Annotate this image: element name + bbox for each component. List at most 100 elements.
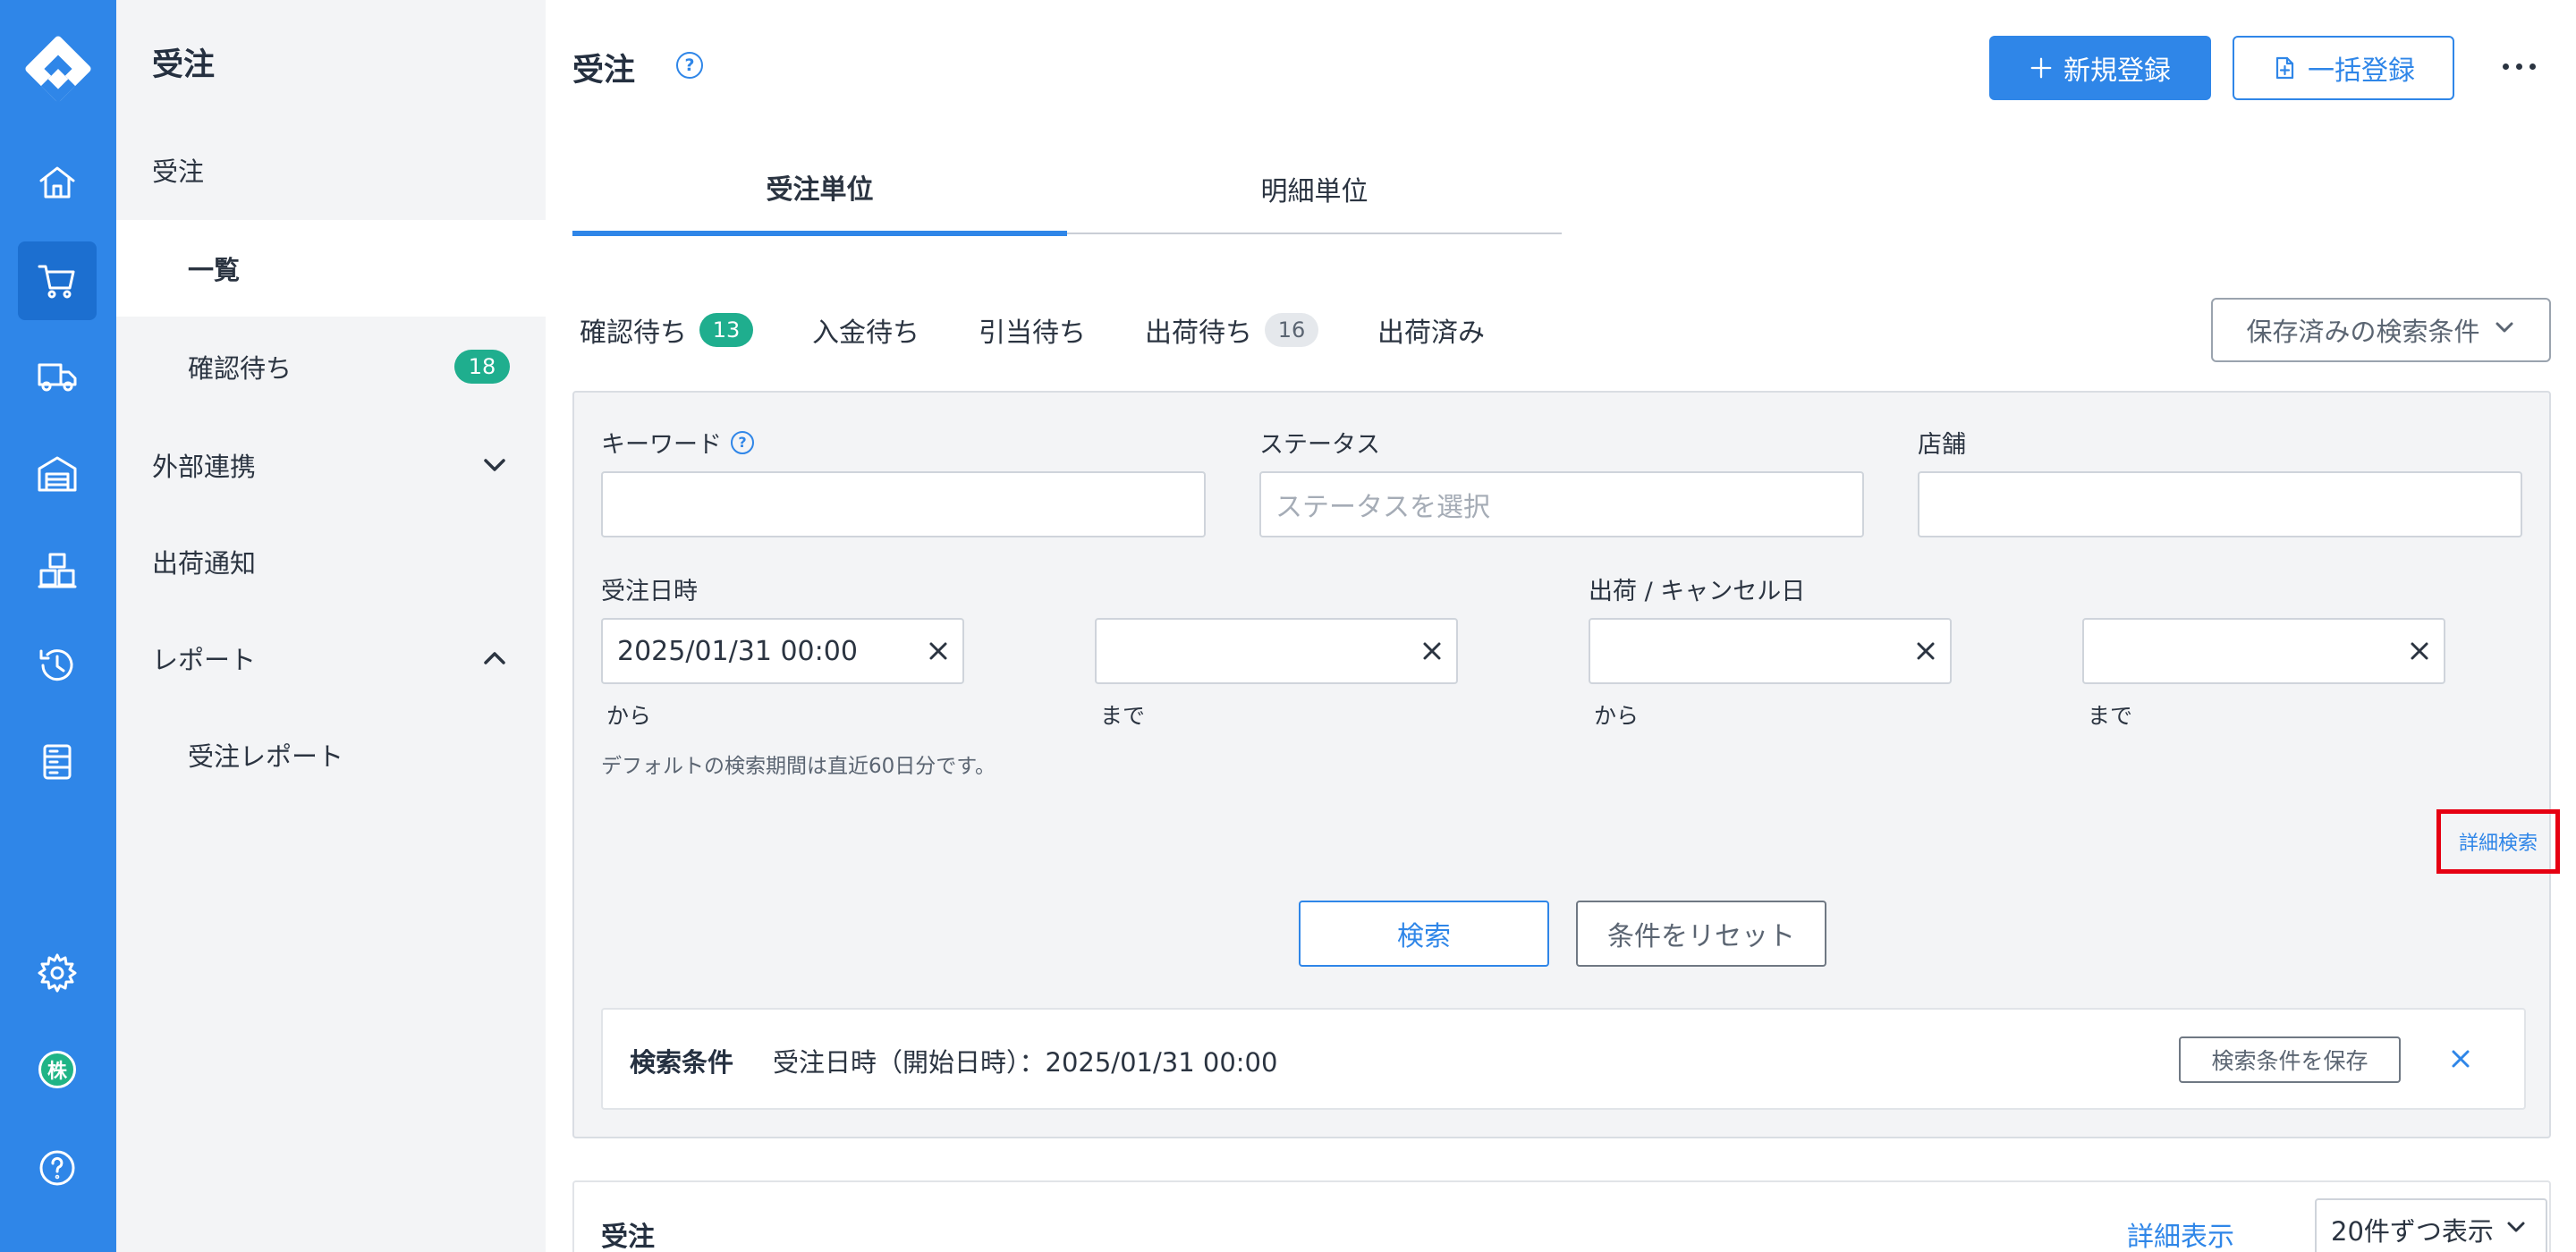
new-order-label: 新規登録 bbox=[2063, 55, 2171, 87]
default-period-note: デフォルトの検索期間は直近60日分です。 bbox=[601, 755, 996, 778]
close-icon[interactable] bbox=[2445, 1044, 2476, 1074]
sidenav-title: 受注 bbox=[152, 47, 216, 83]
sidenav-item-list[interactable]: 一覧 bbox=[116, 220, 546, 317]
status-tab-awaiting-payment[interactable]: 入金待ち bbox=[812, 310, 919, 350]
saved-search-label: 保存済みの検索条件 bbox=[2246, 317, 2480, 347]
order-date-from-value: 2025/01/31 00:00 bbox=[617, 635, 858, 667]
status-select[interactable]: ステータスを選択 bbox=[1259, 471, 1864, 537]
boxes-icon[interactable] bbox=[18, 531, 97, 610]
side-nav: 受注 受注 一覧 確認待ち 18 外部連携 出荷通知 レポート 受注レポート bbox=[116, 0, 546, 1252]
sidenav-item-shipping-notice[interactable]: 出荷通知 bbox=[116, 513, 546, 610]
reset-button[interactable]: 条件をリセット bbox=[1576, 901, 1826, 967]
more-menu-icon[interactable] bbox=[2492, 48, 2546, 84]
plus-icon bbox=[2030, 57, 2052, 79]
tab-order-unit[interactable]: 受注単位 bbox=[572, 143, 1067, 236]
status-tab-awaiting-allocation[interactable]: 引当待ち bbox=[979, 310, 1086, 350]
status-placeholder: ステータスを選択 bbox=[1275, 492, 1490, 523]
chevron-down-icon bbox=[479, 450, 510, 480]
keyword-label: キーワード bbox=[601, 431, 722, 459]
view-tabs: 受注単位 明細単位 bbox=[572, 143, 1562, 236]
cart-icon[interactable] bbox=[18, 241, 97, 320]
count-badge: 18 bbox=[454, 350, 510, 384]
store-label: 店舗 bbox=[1918, 431, 1966, 459]
status-tab-awaiting-shipment[interactable]: 出荷待ち 16 bbox=[1145, 310, 1318, 350]
detail-view-link[interactable]: 詳細表示 bbox=[2127, 1214, 2234, 1252]
home-icon[interactable] bbox=[18, 143, 97, 222]
tab-line-unit[interactable]: 明細単位 bbox=[1067, 143, 1562, 234]
conditions-text: 受注日時（開始日時）：2025/01/31 00:00 bbox=[773, 1047, 1278, 1078]
conditions-title: 検索条件 bbox=[630, 1047, 734, 1078]
status-tab-label: 出荷済み bbox=[1377, 317, 1485, 349]
advanced-search-link[interactable]: 詳細検索 bbox=[2436, 809, 2560, 874]
order-date-from-input[interactable]: 2025/01/31 00:00 bbox=[601, 618, 964, 684]
status-tab-label: 出荷待ち bbox=[1145, 317, 1252, 349]
chevron-down-icon bbox=[2493, 315, 2516, 345]
sidenav-item-external-integration[interactable]: 外部連携 bbox=[116, 417, 546, 513]
page-title: 受注 bbox=[572, 53, 636, 89]
order-date-to-input[interactable] bbox=[1095, 618, 1458, 684]
saved-search-dropdown[interactable]: 保存済みの検索条件 bbox=[2211, 298, 2551, 362]
sidenav-item-label: 出荷通知 bbox=[152, 548, 257, 579]
help-icon[interactable]: ? bbox=[676, 52, 703, 79]
from-text: から bbox=[1594, 703, 1640, 729]
ship-date-label: 出荷 / キャンセル日 bbox=[1589, 578, 1806, 605]
per-page-select[interactable]: 20件ずつ表示 bbox=[2315, 1198, 2547, 1252]
results-title: 受注 bbox=[601, 1222, 655, 1252]
sidenav-item-reports[interactable]: レポート bbox=[116, 610, 546, 706]
close-icon[interactable] bbox=[1912, 638, 1939, 664]
from-text: から bbox=[606, 703, 652, 729]
status-tab-label: 確認待ち bbox=[580, 317, 687, 349]
server-icon[interactable] bbox=[18, 723, 97, 801]
close-icon[interactable] bbox=[925, 638, 952, 664]
sidenav-item-pending-confirmation[interactable]: 確認待ち 18 bbox=[116, 318, 546, 415]
search-panel: キーワード ? ステータス ステータスを選択 店舗 受注日時 2025/01/3… bbox=[572, 391, 2560, 1138]
sidenav-item-label: 確認待ち bbox=[188, 353, 292, 384]
ship-date-to-input[interactable] bbox=[2082, 618, 2445, 684]
status-label: ステータス bbox=[1259, 431, 1380, 459]
status-tab-shipped[interactable]: 出荷済み bbox=[1377, 310, 1485, 350]
truck-icon[interactable] bbox=[18, 336, 97, 415]
history-icon[interactable] bbox=[18, 626, 97, 705]
keyword-input[interactable] bbox=[601, 471, 1206, 537]
chevron-up-icon bbox=[479, 643, 510, 673]
search-conditions-box: 検索条件 受注日時（開始日時）：2025/01/31 00:00 検索条件を保存 bbox=[601, 1008, 2526, 1110]
gear-icon[interactable] bbox=[18, 934, 97, 1012]
status-tab-pending-confirmation[interactable]: 確認待ち 13 bbox=[580, 310, 753, 350]
status-tab-label: 引当待ち bbox=[979, 317, 1086, 349]
save-conditions-button[interactable]: 検索条件を保存 bbox=[2179, 1036, 2401, 1083]
count-badge: 13 bbox=[699, 313, 753, 347]
sidenav-item-label: レポート bbox=[152, 645, 257, 675]
sidenav-item-label: 一覧 bbox=[188, 255, 241, 285]
new-order-button[interactable]: 新規登録 bbox=[1989, 36, 2211, 100]
sidenav-item-label: 外部連携 bbox=[152, 452, 257, 482]
warehouse-icon[interactable] bbox=[18, 435, 97, 513]
ship-date-from-input[interactable] bbox=[1589, 618, 1952, 684]
close-icon[interactable] bbox=[2406, 638, 2433, 664]
order-date-label: 受注日時 bbox=[601, 578, 698, 605]
sidenav-item-orders[interactable]: 受注 bbox=[116, 122, 546, 218]
icon-rail: 株 bbox=[0, 0, 116, 1252]
per-page-value: 20件ずつ表示 bbox=[2331, 1216, 2494, 1247]
status-tabs: 確認待ち 13 入金待ち 引当待ち 出荷待ち 16 出荷済み bbox=[580, 304, 1485, 356]
store-select[interactable] bbox=[1918, 471, 2522, 537]
chevron-down-icon bbox=[2504, 1214, 2528, 1245]
search-button[interactable]: 検索 bbox=[1299, 901, 1549, 967]
help-icon[interactable]: ? bbox=[731, 430, 754, 454]
bulk-register-button[interactable]: 一括登録 bbox=[2233, 36, 2454, 100]
sidenav-item-label: 受注レポート bbox=[188, 741, 344, 772]
status-tab-label: 入金待ち bbox=[812, 317, 919, 349]
help-icon[interactable] bbox=[18, 1129, 97, 1207]
keyword-label-group: キーワード ? bbox=[601, 425, 754, 460]
to-text: まで bbox=[2088, 703, 2133, 729]
app-root: 株 受注 受注 一覧 確認待ち 18 外部連携 出荷通知 レポート 受注レポート… bbox=[0, 0, 2576, 1252]
sidenav-item-order-report[interactable]: 受注レポート bbox=[116, 706, 546, 803]
avatar[interactable]: 株 bbox=[18, 1030, 97, 1109]
logo-icon[interactable] bbox=[21, 32, 95, 106]
close-icon[interactable] bbox=[1419, 638, 1445, 664]
sidenav-item-label: 受注 bbox=[152, 156, 205, 187]
count-badge: 16 bbox=[1265, 313, 1318, 347]
file-plus-icon bbox=[2275, 56, 2294, 80]
main-content: 受注 ? 新規登録 一括登録 受注単位 明細単位 確認待ち 13 入金待ち 引当… bbox=[546, 0, 2576, 1252]
to-text: まで bbox=[1100, 703, 1146, 729]
bulk-register-label: 一括登録 bbox=[2308, 55, 2415, 87]
